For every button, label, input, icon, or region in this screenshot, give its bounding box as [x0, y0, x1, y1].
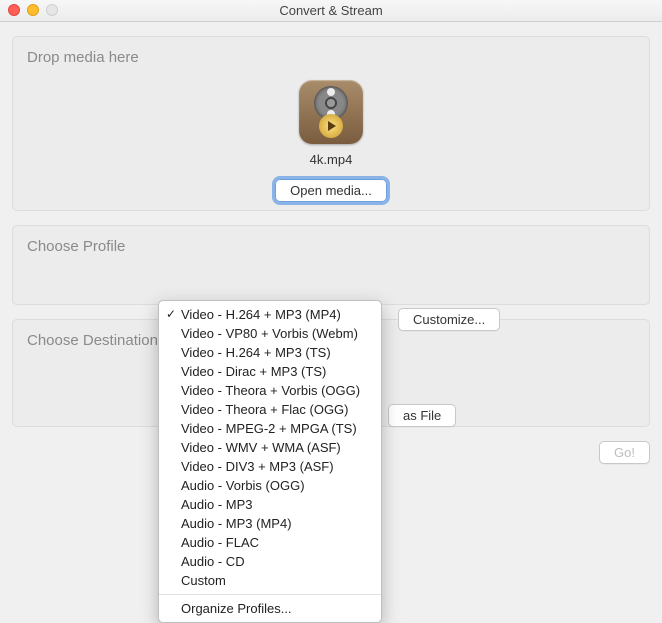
profile-option[interactable]: Audio - CD	[159, 552, 381, 571]
customize-button[interactable]: Customize...	[398, 308, 500, 331]
profile-option[interactable]: Video - VP80 + Vorbis (Webm)	[159, 324, 381, 343]
profile-option[interactable]: Audio - FLAC	[159, 533, 381, 552]
go-button[interactable]: Go!	[599, 441, 650, 464]
choose-profile-panel: Choose Profile	[12, 225, 650, 305]
profile-option[interactable]: Video - H.264 + MP3 (TS)	[159, 343, 381, 362]
drop-heading: Drop media here	[27, 49, 635, 66]
zoom-window-button[interactable]	[46, 4, 58, 16]
traffic-lights	[8, 4, 58, 16]
organize-profiles-item[interactable]: Organize Profiles...	[159, 599, 381, 618]
profile-option[interactable]: Video - WMV + WMA (ASF)	[159, 438, 381, 457]
open-media-button[interactable]: Open media...	[275, 179, 387, 202]
close-window-button[interactable]	[8, 4, 20, 16]
drop-media-panel[interactable]: Drop media here 4k.mp4 Open media...	[12, 36, 650, 211]
window-titlebar: Convert & Stream	[0, 0, 662, 22]
profile-option[interactable]: Video - DIV3 + MP3 (ASF)	[159, 457, 381, 476]
dropped-filename: 4k.mp4	[27, 152, 635, 167]
profile-dropdown-menu[interactable]: Video - H.264 + MP3 (MP4)Video - VP80 + …	[158, 300, 382, 623]
profile-option[interactable]: Video - Theora + Flac (OGG)	[159, 400, 381, 419]
profile-option[interactable]: Audio - MP3	[159, 495, 381, 514]
profile-heading: Choose Profile	[27, 238, 635, 255]
profile-option[interactable]: Audio - Vorbis (OGG)	[159, 476, 381, 495]
profile-option[interactable]: Custom	[159, 571, 381, 590]
window-title: Convert & Stream	[279, 3, 382, 18]
media-file-icon	[299, 80, 363, 144]
profile-option[interactable]: Video - H.264 + MP3 (MP4)	[159, 305, 381, 324]
menu-separator	[159, 594, 381, 595]
save-as-file-button[interactable]: as File	[388, 404, 456, 427]
profile-option[interactable]: Video - MPEG-2 + MPGA (TS)	[159, 419, 381, 438]
profile-option[interactable]: Video - Theora + Vorbis (OGG)	[159, 381, 381, 400]
profile-option[interactable]: Video - Dirac + MP3 (TS)	[159, 362, 381, 381]
profile-option[interactable]: Audio - MP3 (MP4)	[159, 514, 381, 533]
minimize-window-button[interactable]	[27, 4, 39, 16]
